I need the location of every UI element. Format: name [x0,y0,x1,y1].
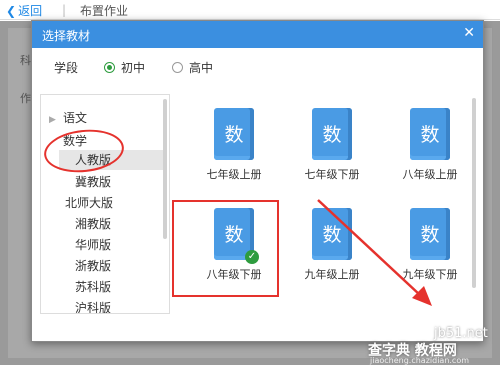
radio-junior-high[interactable]: 初中 [104,59,145,76]
page-title: 布置作业 [80,4,129,18]
radio-dot-icon [104,62,115,73]
book-label: 七年级下册 [304,168,360,181]
tree-edition-item[interactable]: 浙教版 [75,257,111,274]
book-cover-icon: 数 [410,108,450,160]
subject-tree: ▶ 语文 数学 人教版 冀教版 北师大版 湘教版 华师版 浙教版 苏科版 沪科版 [40,94,170,314]
book-cover-text: 数 [322,124,342,146]
dialog-title: 选择教材 [42,29,91,43]
dialog-title-bar: 选择教材 ✕ [32,21,483,48]
book-cover-icon: 数 [312,108,352,160]
tree-edition-item[interactable]: 湘教版 [75,215,111,232]
book-cover-text: 数 [420,224,440,246]
book-cover-text: 数 [322,224,342,246]
radio-label: 高中 [189,61,214,75]
radio-senior-high[interactable]: 高中 [172,59,213,76]
tree-edition-item[interactable]: 冀教版 [75,173,111,190]
textbook-card[interactable]: 数 七年级上册 [184,108,274,188]
tree-scrollbar[interactable] [163,99,167,239]
radio-label: 初中 [121,61,146,75]
book-label: 九年级上册 [304,268,360,281]
stage-selector: 学段 初中 高中 [32,48,483,84]
textbook-card[interactable]: 数 八年级上册 [380,108,470,188]
background-label: 作 [20,92,31,105]
book-label: 七年级上册 [206,168,262,181]
tree-subject-label: 语文 [63,111,88,125]
close-icon[interactable]: ✕ [463,25,475,41]
tree-edition-item[interactable]: 北师大版 [65,194,113,211]
textbook-card[interactable]: 数 九年级上册 [282,208,372,288]
book-cover-text: 数 [224,124,244,146]
header-separator: | [62,3,67,17]
book-cover-icon: 数 [312,208,352,260]
back-link[interactable]: ❮ 返回 [6,2,42,19]
background-label: 科 [20,54,31,67]
back-label: 返回 [18,4,43,18]
textbook-card[interactable]: 数 九年级下册 [380,208,470,288]
watermark-text: jb51.net [434,326,488,341]
book-cover-icon: 数 [410,208,450,260]
tree-edition-item[interactable]: 沪科版 [75,299,111,313]
book-cover-icon: 数 [214,108,254,160]
tree-edition-item[interactable]: 华师版 [75,236,111,253]
tree-edition-item[interactable]: 苏科版 [75,278,111,295]
book-label: 八年级上册 [402,168,458,181]
annotation-highlight-box [172,200,279,297]
books-scrollbar[interactable] [472,98,476,288]
radio-dot-icon [172,62,183,73]
tree-subject-chinese[interactable]: ▶ 语文 [49,109,87,126]
book-cover-text: 数 [420,124,440,146]
textbook-card[interactable]: 数 七年级下册 [282,108,372,188]
stage-label: 学段 [54,61,79,75]
book-label: 九年级下册 [402,268,458,281]
page-header: ❮ 返回 | 布置作业 [0,0,500,20]
watermark-text: jiaocheng.chazidian.com [370,356,470,365]
triangle-right-icon: ▶ [49,115,56,125]
chevron-left-icon: ❮ [6,4,17,18]
